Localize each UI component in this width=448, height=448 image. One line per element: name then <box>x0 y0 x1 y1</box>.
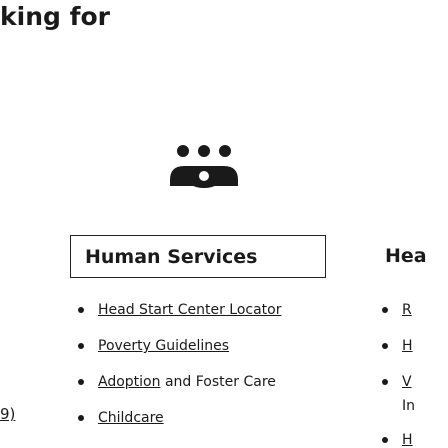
human-services-title-box[interactable]: Human Services <box>70 235 326 278</box>
right-link-4[interactable]: H <box>402 432 413 448</box>
list-item: H <box>382 430 415 448</box>
list-item: Childcare <box>78 408 281 428</box>
page-heading: king for <box>0 2 110 31</box>
page: king for 9) Human Services Hea Head Star… <box>0 0 448 448</box>
list-item: H <box>382 336 415 356</box>
list-item: Adoption and Foster Care <box>78 372 281 392</box>
list-item: Head Start Center Locator <box>78 300 281 320</box>
poverty-guidelines-link[interactable]: Poverty Guidelines <box>98 338 229 354</box>
right-link-2[interactable]: H <box>402 338 413 354</box>
right-column-heading[interactable]: Hea <box>385 245 427 267</box>
family-people-icon <box>168 142 240 196</box>
human-services-links: Head Start Center Locator Poverty Guidel… <box>78 300 281 444</box>
childcare-link[interactable]: Childcare <box>98 410 164 426</box>
right-link-3[interactable]: V <box>402 374 412 390</box>
adoption-link[interactable]: Adoption <box>98 374 161 390</box>
left-column-link-fragment[interactable]: 9) <box>0 405 15 423</box>
list-item: R <box>382 300 415 320</box>
right-link-1[interactable]: R <box>402 302 412 318</box>
list-item: Poverty Guidelines <box>78 336 281 356</box>
list-item: V <box>382 372 415 392</box>
human-services-title: Human Services <box>85 245 258 268</box>
foster-care-text: and Foster Care <box>160 374 276 390</box>
right-column-links: R H V In H <box>382 300 415 448</box>
head-start-center-locator-link[interactable]: Head Start Center Locator <box>98 302 281 318</box>
right-link-3-continuation[interactable]: In <box>382 396 415 416</box>
